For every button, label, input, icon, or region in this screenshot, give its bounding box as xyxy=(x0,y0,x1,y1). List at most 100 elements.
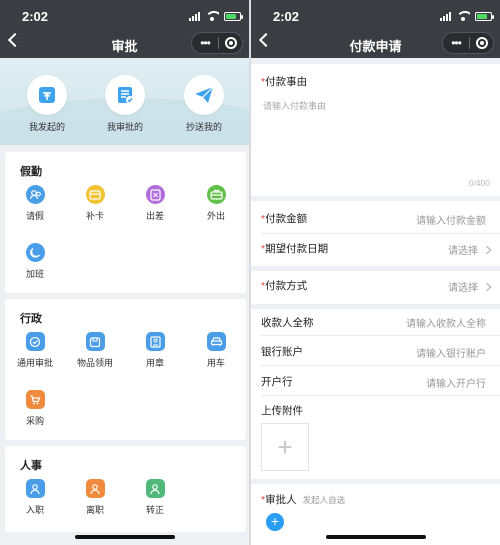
status-icons xyxy=(440,9,494,23)
date-picker[interactable]: 请选择 xyxy=(448,242,492,257)
chevron-right-icon xyxy=(482,245,492,255)
section-title: 人事 xyxy=(20,460,42,472)
section-title: 行政 xyxy=(20,313,42,325)
amount-date-group: *付款金额 请输入付款金额 *期望付款日期 请选择 xyxy=(251,201,500,266)
home-indicator xyxy=(325,535,426,539)
account-input[interactable]: 请输入银行账户 xyxy=(416,345,486,360)
payee-group: 收款人全称 请输入收款人全称 银行账户 请输入银行账户 开户行 请输入开户行 上… xyxy=(251,309,500,479)
wifi-icon xyxy=(456,10,470,22)
item-icon xyxy=(85,332,105,351)
stamp-icon xyxy=(145,332,165,351)
grid-label: 转正 xyxy=(145,505,164,515)
grid-label: 加班 xyxy=(25,269,44,279)
section-hr: 人事 入职 离职 转正 xyxy=(5,446,246,532)
grid-label: 通用审批 xyxy=(16,358,53,368)
add-attachment-button[interactable]: + xyxy=(261,423,309,471)
bank-label: 开户行 xyxy=(261,376,293,388)
checked-doc-icon xyxy=(105,75,145,115)
approval-screen: 2:02 审批 ••• 我发起的 我审批的 抄送我的 假勤 请假 补卡 出差 外… xyxy=(0,0,249,545)
moon-icon xyxy=(25,243,45,262)
grid-item-out[interactable]: 外出 xyxy=(188,185,244,222)
payee-input[interactable]: 请输入收款人全称 xyxy=(406,315,486,330)
amount-input[interactable]: 请输入付款金额 xyxy=(416,212,486,227)
briefcase-icon xyxy=(206,185,226,204)
status-time: 2:02 xyxy=(273,9,300,24)
home-indicator xyxy=(74,535,175,539)
row-divider xyxy=(261,395,500,396)
banner-label: 我发起的 xyxy=(28,122,65,132)
method-picker[interactable]: 请选择 xyxy=(448,279,492,294)
field-label-text: 期望付款日期 xyxy=(265,243,329,255)
grid-item-trip[interactable]: 出差 xyxy=(127,185,183,222)
date-value: 请选择 xyxy=(448,246,478,257)
status-icons xyxy=(189,9,243,23)
close-miniapp-icon[interactable] xyxy=(225,37,237,49)
grid-item-seal[interactable]: 用章 xyxy=(127,332,183,369)
capsule-divider xyxy=(218,37,219,49)
paper-plane-icon xyxy=(184,75,224,115)
grid-label: 补卡 xyxy=(85,211,104,221)
more-icon[interactable]: ••• xyxy=(192,34,218,52)
trip-icon xyxy=(145,185,165,204)
approver-hint: 发起人自选 xyxy=(302,495,346,505)
grid-label: 请假 xyxy=(25,211,44,221)
capsule-divider xyxy=(469,37,470,49)
grid-label: 离职 xyxy=(85,505,104,515)
grid-label: 采购 xyxy=(25,416,44,426)
field-label-text: 付款事由 xyxy=(265,76,308,88)
grid-label: 用章 xyxy=(145,358,164,368)
date-label: *期望付款日期 xyxy=(261,241,328,256)
payment-request-screen: 2:02 付款申请 ••• *付款事由 请输入付款事由 0/400 *付款金额 … xyxy=(251,0,500,545)
row-divider xyxy=(261,335,500,336)
grid-item-purchase[interactable]: 采购 xyxy=(7,390,63,427)
miniapp-capsule: ••• xyxy=(442,32,494,54)
row-divider xyxy=(261,365,500,366)
grid-item-leave[interactable]: 请假 xyxy=(7,185,63,222)
more-icon[interactable]: ••• xyxy=(443,34,469,52)
wifi-icon xyxy=(205,10,219,22)
grid-label: 外出 xyxy=(206,211,225,221)
grid-item-general-approval[interactable]: 通用审批 xyxy=(7,332,63,369)
payee-label: 收款人全称 xyxy=(261,317,314,329)
resign-icon xyxy=(85,479,105,498)
grid-item-onboard[interactable]: 入职 xyxy=(7,479,63,516)
grid-item-supplies[interactable]: 物品领用 xyxy=(67,332,123,369)
method-label: *付款方式 xyxy=(261,278,307,293)
cart-icon xyxy=(25,390,45,409)
battery-icon xyxy=(475,11,494,21)
grid-label: 出差 xyxy=(145,211,164,221)
leave-icon xyxy=(25,185,45,204)
miniapp-capsule: ••• xyxy=(191,32,243,54)
grid-item-car[interactable]: 用车 xyxy=(188,332,244,369)
grid-item-overtime[interactable]: 加班 xyxy=(7,243,63,280)
signal-icon xyxy=(189,11,200,21)
bank-input[interactable]: 请输入开户行 xyxy=(426,375,486,390)
add-approver-button[interactable]: + xyxy=(266,513,284,531)
attachment-label: 上传附件 xyxy=(261,405,303,417)
amount-label: *付款金额 xyxy=(261,211,307,226)
regularize-icon xyxy=(145,479,165,498)
section-attendance: 假勤 请假 补卡 出差 外出 加班 xyxy=(5,152,246,293)
approve-icon xyxy=(25,332,45,351)
banner-label: 抄送我的 xyxy=(185,122,222,132)
method-group: *付款方式 请选择 xyxy=(251,271,500,304)
grid-item-resign[interactable]: 离职 xyxy=(67,479,123,516)
grid-item-card[interactable]: 补卡 xyxy=(67,185,123,222)
close-miniapp-icon[interactable] xyxy=(476,37,488,49)
account-label: 银行账户 xyxy=(261,346,303,358)
car-icon xyxy=(206,332,226,351)
banner-label: 我审批的 xyxy=(106,122,143,132)
field-label-text: 审批人 xyxy=(265,494,297,506)
banner-item-approved[interactable]: 我审批的 xyxy=(93,75,157,133)
field-label-text: 付款方式 xyxy=(265,280,308,292)
grid-item-regularize[interactable]: 转正 xyxy=(127,479,183,516)
reason-field[interactable]: *付款事由 请输入付款事由 0/400 xyxy=(251,64,500,196)
grid-label: 入职 xyxy=(25,505,44,515)
banner-item-initiated[interactable]: 我发起的 xyxy=(15,75,79,133)
approver-label: *审批人 发起人自选 xyxy=(261,492,345,507)
signal-icon xyxy=(440,11,451,21)
section-admin: 行政 通用审批 物品领用 用章 用车 采购 xyxy=(5,299,246,440)
banner-item-cc[interactable]: 抄送我的 xyxy=(172,75,236,133)
reason-label: *付款事由 xyxy=(261,74,307,89)
battery-icon xyxy=(224,11,243,21)
